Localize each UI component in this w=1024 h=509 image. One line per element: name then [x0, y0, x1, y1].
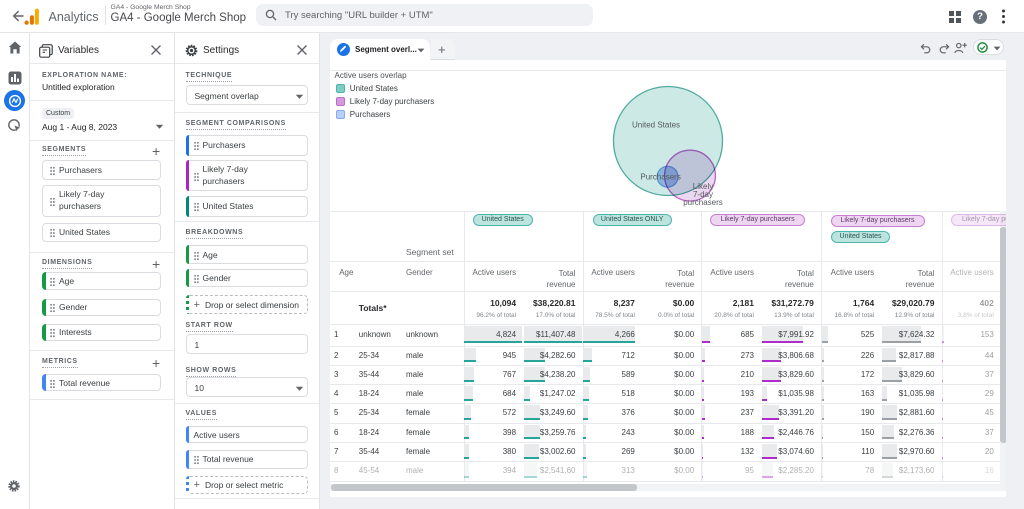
- svg-text:purchasers: purchasers: [683, 198, 723, 207]
- svg-text:United States: United States: [632, 121, 680, 130]
- svg-text:Purchasers: Purchasers: [640, 173, 680, 182]
